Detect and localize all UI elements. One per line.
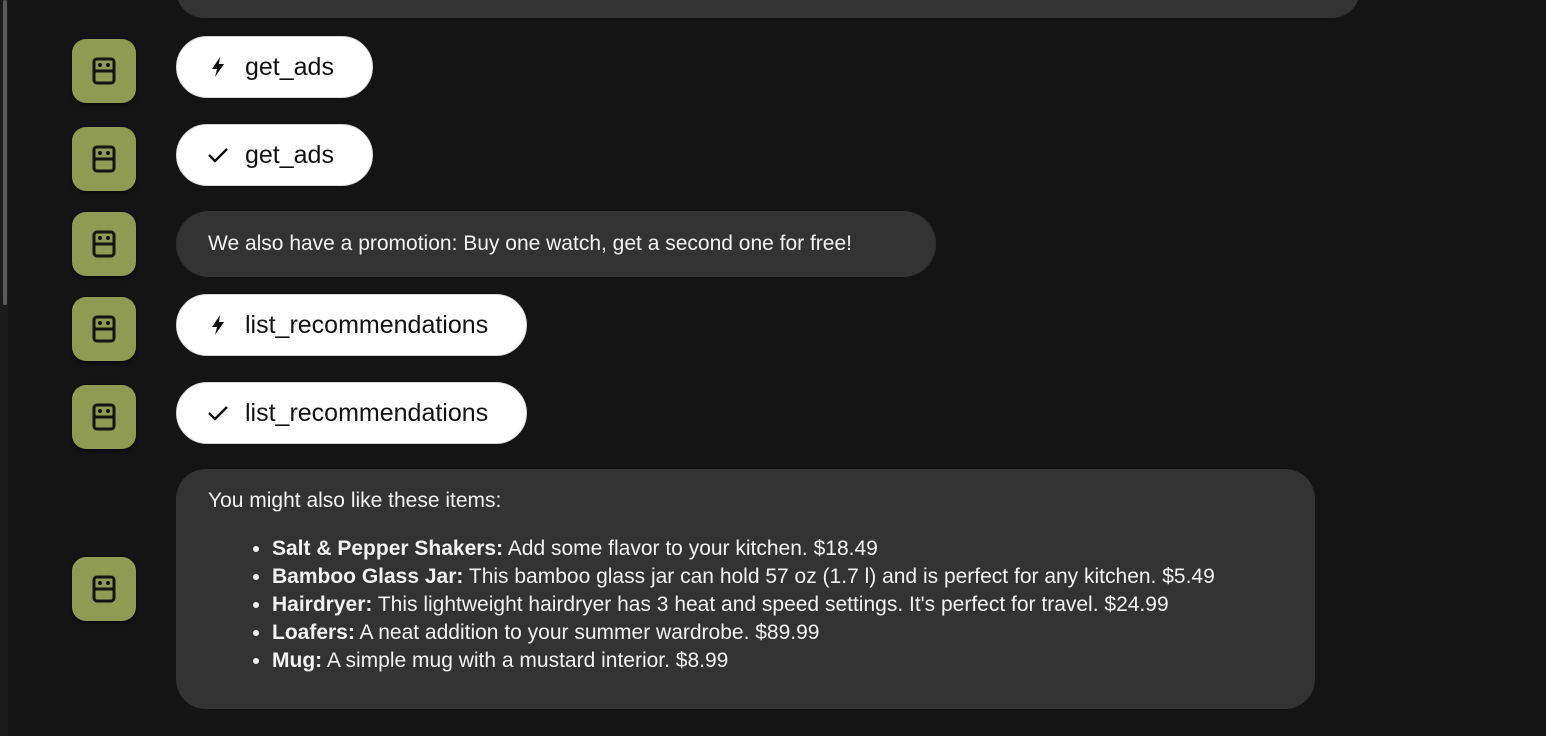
tool-result-list-recommendations[interactable]: list_recommendations	[176, 382, 528, 444]
tool-result-label: list_recommendations	[245, 398, 489, 427]
list-item: Hairdryer: This lightweight hairdryer ha…	[272, 591, 1283, 619]
tool-result-label: get_ads	[245, 140, 334, 169]
recommendations-intro: You might also like these items:	[208, 489, 502, 512]
checkmark-icon	[208, 406, 228, 421]
robot-face-icon	[92, 145, 116, 173]
recommendations-message-bubble: You might also like these items: Salt & …	[176, 469, 1315, 709]
robot-face-icon	[92, 230, 116, 258]
bot-avatar	[72, 385, 136, 449]
bot-avatar	[72, 127, 136, 191]
tool-result-get-ads[interactable]: get_ads	[176, 124, 373, 186]
bot-avatar	[72, 212, 136, 276]
tool-call-label: get_ads	[245, 52, 334, 81]
robot-face-icon	[92, 57, 116, 85]
item-description: This lightweight hairdryer has 3 heat an…	[372, 593, 1169, 616]
item-name: Salt & Pepper Shakers:	[272, 537, 504, 560]
item-description: Add some flavor to your kitchen. $18.49	[503, 537, 878, 560]
item-name: Loafers:	[272, 621, 355, 644]
checkmark-icon	[208, 148, 228, 163]
item-description: A neat addition to your summer wardrobe.…	[354, 621, 820, 644]
robot-face-icon	[92, 315, 116, 343]
promo-message-text: We also have a promotion: Buy one watch,…	[208, 232, 852, 255]
lightning-bolt-icon	[212, 57, 224, 77]
item-description: A simple mug with a mustard interior. $8…	[322, 649, 729, 672]
bot-avatar	[72, 39, 136, 103]
list-item: Mug: A simple mug with a mustard interio…	[272, 647, 1283, 675]
tool-call-label: list_recommendations	[245, 310, 489, 339]
recommendations-list: Salt & Pepper Shakers: Add some flavor t…	[208, 535, 1283, 675]
robot-face-icon	[92, 403, 116, 431]
item-description: This bamboo glass jar can hold 57 oz (1.…	[463, 565, 1215, 588]
robot-face-icon	[92, 575, 116, 603]
bot-avatar	[72, 297, 136, 361]
list-item: Bamboo Glass Jar: This bamboo glass jar …	[272, 563, 1283, 591]
item-name: Bamboo Glass Jar:	[272, 565, 464, 588]
previous-message-bubble	[176, 0, 1360, 18]
tool-call-list-recommendations[interactable]: list_recommendations	[176, 294, 528, 356]
item-name: Hairdryer:	[272, 593, 373, 616]
bot-avatar	[72, 557, 136, 621]
tool-call-get-ads[interactable]: get_ads	[176, 36, 373, 98]
item-name: Mug:	[272, 649, 323, 672]
scrollbar-thumb[interactable]	[3, 0, 7, 305]
list-item: Salt & Pepper Shakers: Add some flavor t…	[272, 535, 1283, 563]
promo-message-bubble: We also have a promotion: Buy one watch,…	[176, 211, 936, 277]
scrollbar-track[interactable]	[0, 0, 8, 736]
list-item: Loafers: A neat addition to your summer …	[272, 619, 1283, 647]
lightning-bolt-icon	[212, 315, 224, 335]
